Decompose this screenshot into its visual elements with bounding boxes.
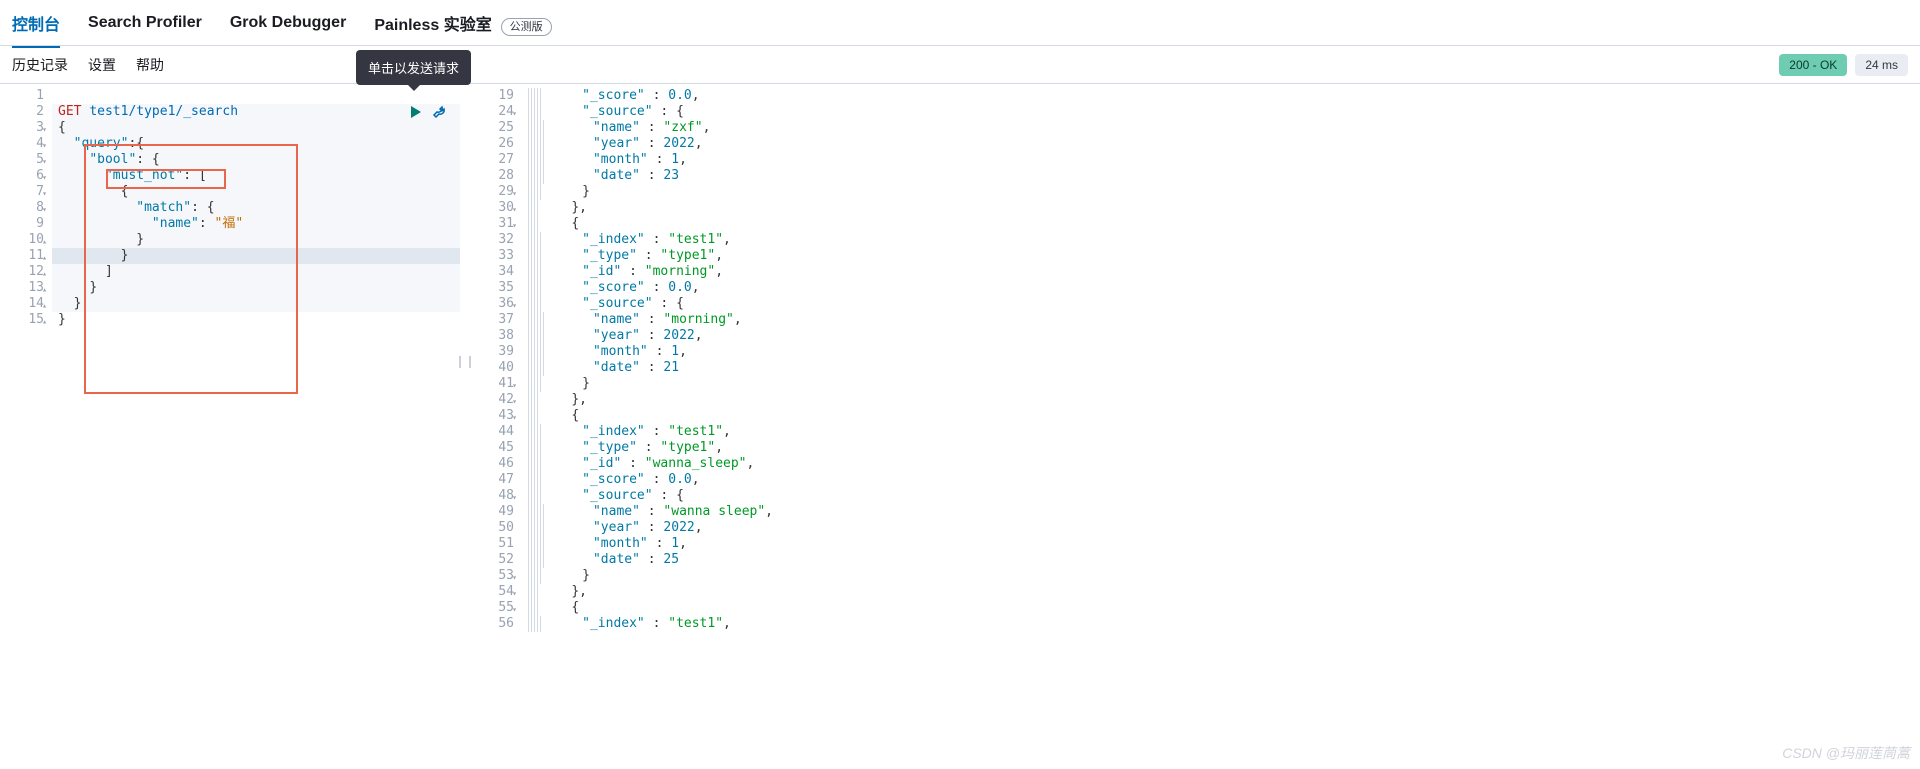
tab-painless-label: Painless 实验室 [374, 17, 491, 34]
tab-search-profiler[interactable]: Search Profiler [88, 2, 202, 44]
send-request-tooltip: 单击以发送请求 [356, 50, 471, 85]
response-time: 24 ms [1855, 54, 1908, 76]
history-link[interactable]: 历史记录 [12, 55, 68, 75]
response-viewer[interactable]: "_score" : 0.0, "_source" : { "name" : "… [522, 84, 1920, 636]
request-line-numbers: 12 3▾ 4▾ 5▾ 6▾ 7▾ 8▾ 9 10▴ 11▴ 12▴ 13▴ 1… [0, 84, 52, 332]
help-link[interactable]: 帮助 [136, 55, 164, 75]
beta-badge: 公测版 [501, 18, 552, 36]
play-icon[interactable] [408, 104, 426, 122]
request-editor[interactable]: GET test1/type1/_search { "query":{ "boo… [52, 84, 460, 332]
resize-handle[interactable]: ❘❘ [460, 84, 470, 769]
tab-painless-lab[interactable]: Painless 实验室 公测版 [374, 0, 551, 47]
tab-grok-debugger[interactable]: Grok Debugger [230, 2, 346, 44]
dev-tools-tabs: 控制台 Search Profiler Grok Debugger Painle… [0, 0, 1920, 46]
wrench-icon[interactable] [432, 104, 450, 122]
tab-console[interactable]: 控制台 [12, 0, 60, 47]
response-pane[interactable]: 1924▾2526272829▾30▾31▾3233343536▾3738394… [470, 84, 1920, 769]
console-main: 12 3▾ 4▾ 5▾ 6▾ 7▾ 8▾ 9 10▴ 11▴ 12▴ 13▴ 1… [0, 84, 1920, 769]
status-badge: 200 - OK [1779, 54, 1847, 76]
settings-link[interactable]: 设置 [88, 55, 116, 75]
console-subbar: 历史记录 设置 帮助 200 - OK 24 ms [0, 46, 1920, 84]
response-line-numbers: 1924▾2526272829▾30▾31▾3233343536▾3738394… [470, 84, 522, 636]
request-pane[interactable]: 12 3▾ 4▾ 5▾ 6▾ 7▾ 8▾ 9 10▴ 11▴ 12▴ 13▴ 1… [0, 84, 460, 769]
